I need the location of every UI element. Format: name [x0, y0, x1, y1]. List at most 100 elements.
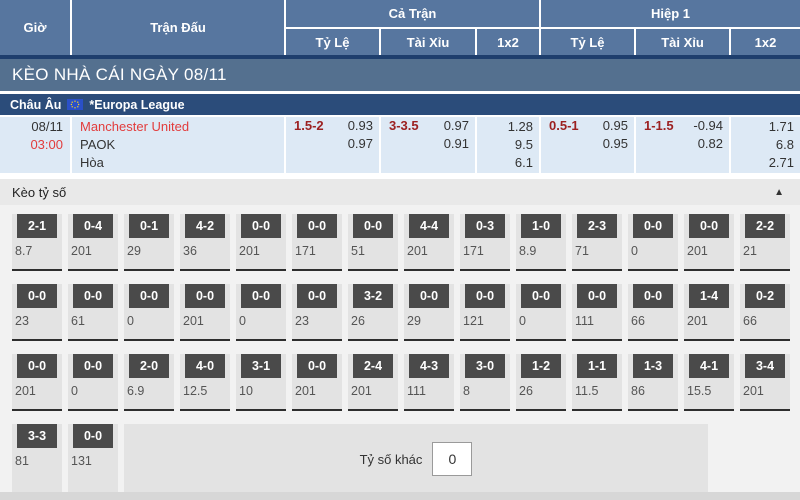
half-1x2-cell[interactable]: 1.71 6.8 2.71	[731, 117, 800, 173]
score-label: 0-2	[745, 284, 785, 308]
half-1x2-draw[interactable]: 6.8	[731, 136, 794, 154]
score-odds-value: 111	[404, 384, 454, 398]
half-under-odds[interactable]: 0.82	[693, 135, 723, 153]
score-odds-cell[interactable]: 0-0201	[236, 214, 286, 271]
collapse-arrow-icon[interactable]: ▲	[774, 187, 784, 198]
score-odds-cell[interactable]: 0-051	[348, 214, 398, 271]
score-odds-cell[interactable]: 3-110	[236, 354, 286, 411]
half-over-odds[interactable]: -0.94	[693, 117, 723, 135]
full-1x2-home[interactable]: 1.28	[477, 118, 533, 136]
other-score-input[interactable]: 0	[432, 442, 472, 476]
score-odds-cell[interactable]: 0-0171	[292, 214, 342, 271]
league-bar[interactable]: Châu Âu *Europa League	[0, 94, 800, 115]
score-odds-cell[interactable]: 0-00	[628, 214, 678, 271]
score-odds-cell[interactable]: 2-18.7	[12, 214, 62, 271]
score-odds-cell[interactable]: 0-061	[68, 284, 118, 341]
score-odds-cell[interactable]: 0-0201	[684, 214, 734, 271]
match-date: 08/11	[0, 118, 63, 136]
score-odds-cell[interactable]: 3-381	[12, 424, 62, 496]
score-label: 0-0	[17, 354, 57, 378]
score-odds-cell[interactable]: 1-386	[628, 354, 678, 411]
score-odds-cell[interactable]: 4-012.5	[180, 354, 230, 411]
score-odds-value: 201	[180, 314, 230, 328]
score-odds-value: 201	[68, 244, 118, 258]
score-label: 1-1	[577, 354, 617, 378]
score-label: 0-0	[241, 284, 281, 308]
home-team: Manchester United	[80, 118, 284, 136]
full-over-odds[interactable]: 0.97	[444, 117, 469, 135]
score-odds-cell[interactable]: 0-023	[292, 284, 342, 341]
date-banner: KÈO NHÀ CÁI NGÀY 08/11	[0, 59, 800, 91]
score-odds-cell[interactable]: 0-066	[628, 284, 678, 341]
score-odds-value: 15.5	[684, 384, 734, 398]
score-odds-cell[interactable]: 2-221	[740, 214, 790, 271]
score-odds-cell[interactable]: 2-371	[572, 214, 622, 271]
score-odds-cell[interactable]: 4-4201	[404, 214, 454, 271]
correct-score-header-bar[interactable]: Kèo tỷ số ▲	[0, 179, 800, 205]
score-odds-value: 201	[684, 244, 734, 258]
score-label: 3-1	[241, 354, 281, 378]
score-label: 3-3	[17, 424, 57, 448]
half-overunder-cell[interactable]: 1-1.5 -0.94 0.82	[636, 117, 729, 173]
score-odds-cell[interactable]: 0-4201	[68, 214, 118, 271]
half-handicap-home-odds[interactable]: 0.95	[603, 117, 628, 135]
score-odds-cell[interactable]: 0-3171	[460, 214, 510, 271]
score-odds-cell[interactable]: 3-08	[460, 354, 510, 411]
half-handicap-cell[interactable]: 0.5-1 0.95 0.95	[541, 117, 634, 173]
score-label: 1-0	[521, 214, 561, 238]
score-odds-cell[interactable]: 0-00	[516, 284, 566, 341]
score-label: 2-4	[353, 354, 393, 378]
score-odds-cell[interactable]: 0-0131	[68, 424, 118, 496]
full-overunder-odds: 0.97 0.91	[444, 117, 469, 173]
score-odds-cell[interactable]: 4-236	[180, 214, 230, 271]
half-handicap-line: 0.5-1	[549, 117, 579, 173]
score-odds-value: 201	[404, 244, 454, 258]
score-odds-cell[interactable]: 1-08.9	[516, 214, 566, 271]
score-odds-cell[interactable]: 0-023	[12, 284, 62, 341]
full-1x2-draw[interactable]: 9.5	[477, 136, 533, 154]
score-odds-value: 111	[572, 314, 622, 328]
correct-score-title: Kèo tỷ số	[12, 185, 66, 200]
score-odds-cell[interactable]: 0-0111	[572, 284, 622, 341]
score-odds-cell[interactable]: 3-226	[348, 284, 398, 341]
score-odds-cell[interactable]: 0-0121	[460, 284, 510, 341]
score-odds-value: 171	[460, 244, 510, 258]
full-handicap-cell[interactable]: 1.5-2 0.93 0.97	[286, 117, 379, 173]
full-1x2-cell[interactable]: 1.28 9.5 6.1	[477, 117, 539, 173]
score-odds-cell[interactable]: 2-4201	[348, 354, 398, 411]
score-odds-value: 8	[460, 384, 510, 398]
header-group-first-half: Hiệp 1	[541, 0, 800, 27]
score-label: 0-0	[633, 284, 673, 308]
score-label: 0-0	[577, 284, 617, 308]
score-odds-value: 8.9	[516, 244, 566, 258]
score-odds-cell[interactable]: 4-115.5	[684, 354, 734, 411]
score-odds-cell[interactable]: 1-226	[516, 354, 566, 411]
score-label: 4-3	[409, 354, 449, 378]
score-odds-cell[interactable]: 0-00	[236, 284, 286, 341]
full-handicap-away-odds[interactable]: 0.97	[348, 135, 373, 153]
match-teams-cell: Manchester United PAOK Hòa	[72, 117, 284, 173]
score-odds-cell[interactable]: 0-266	[740, 284, 790, 341]
score-odds-cell[interactable]: 1-4201	[684, 284, 734, 341]
half-handicap-away-odds[interactable]: 0.95	[603, 135, 628, 153]
score-odds-value: 86	[628, 384, 678, 398]
correct-score-section: Kèo tỷ số ▲ 2-18.70-42010-1294-2360-0201…	[0, 179, 800, 500]
full-1x2-away[interactable]: 6.1	[477, 154, 533, 172]
score-odds-cell[interactable]: 4-3111	[404, 354, 454, 411]
full-handicap-home-odds[interactable]: 0.93	[348, 117, 373, 135]
score-odds-cell[interactable]: 0-129	[124, 214, 174, 271]
score-odds-cell[interactable]: 0-0201	[180, 284, 230, 341]
score-odds-cell[interactable]: 3-4201	[740, 354, 790, 411]
score-odds-cell[interactable]: 0-0201	[292, 354, 342, 411]
half-1x2-away[interactable]: 2.71	[731, 154, 794, 172]
score-label: 2-0	[129, 354, 169, 378]
score-odds-cell[interactable]: 0-029	[404, 284, 454, 341]
score-odds-cell[interactable]: 2-06.9	[124, 354, 174, 411]
score-odds-cell[interactable]: 0-00	[68, 354, 118, 411]
score-odds-cell[interactable]: 1-111.5	[572, 354, 622, 411]
score-odds-cell[interactable]: 0-0201	[12, 354, 62, 411]
half-1x2-home[interactable]: 1.71	[731, 118, 794, 136]
full-under-odds[interactable]: 0.91	[444, 135, 469, 153]
score-odds-cell[interactable]: 0-00	[124, 284, 174, 341]
full-overunder-cell[interactable]: 3-3.5 0.97 0.91	[381, 117, 475, 173]
